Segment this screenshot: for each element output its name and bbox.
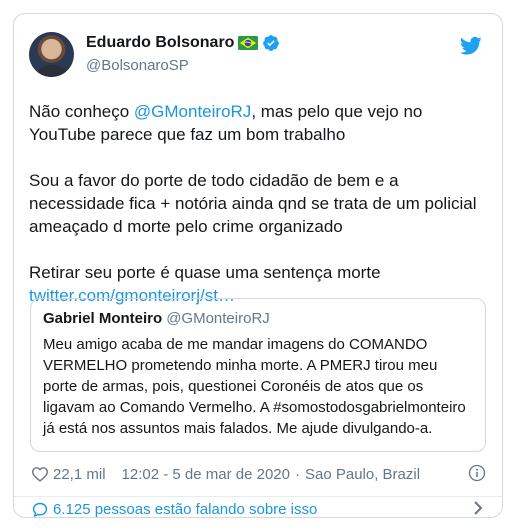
quoted-author-name: Gabriel Monteiro: [43, 310, 163, 327]
conversation-footer[interactable]: 6.125 pessoas estão falando sobre isso: [31, 499, 486, 519]
heart-icon[interactable]: [31, 466, 49, 482]
quoted-tweet-header: Gabriel Monteiro @GMonteiroRJ: [43, 309, 473, 329]
tweet-body: Não conheço @GMonteiroRJ, mas pelo que v…: [29, 100, 489, 307]
tweet-timestamp[interactable]: 12:02 - 5 de mar de 2020: [122, 466, 290, 483]
quoted-author-handle: @GMonteiroRJ: [166, 310, 270, 327]
tweet-location[interactable]: Sao Paulo, Brazil: [305, 466, 420, 483]
chat-bubble-icon: [32, 502, 48, 517]
author-avatar[interactable]: [29, 32, 74, 77]
verified-badge-icon: [263, 35, 280, 51]
mention-link[interactable]: @GMonteiroRJ: [134, 102, 251, 121]
tweet-paragraph-2: Sou a favor do porte de todo cidadão de …: [29, 171, 477, 236]
quoted-tweet-text: Meu amigo acaba de me mandar imagens do …: [43, 336, 466, 437]
brazil-flag-icon: [238, 36, 259, 50]
tweet-text-1a: Não conheço: [29, 102, 134, 121]
chevron-right-icon[interactable]: [472, 500, 484, 516]
footer-divider: [14, 496, 502, 497]
info-icon[interactable]: [468, 464, 486, 482]
meta-separator: ·: [294, 465, 300, 483]
twitter-bird-icon[interactable]: [460, 36, 482, 56]
quoted-tweet[interactable]: Gabriel Monteiro @GMonteiroRJ Meu amigo a…: [30, 298, 486, 452]
tweet-paragraph-1: Não conheço @GMonteiroRJ, mas pelo que v…: [29, 100, 489, 146]
tweet-text-3: Retirar seu porte é quase uma sentença m…: [29, 263, 381, 282]
conversation-count-text[interactable]: 6.125 pessoas estão falando sobre isso: [53, 501, 317, 518]
tweet-meta: 22,1 mil 12:02 - 5 de mar de 2020 · Sao …: [31, 462, 486, 486]
author-name-row: Eduardo Bolsonaro: [86, 34, 280, 52]
author-display-name[interactable]: Eduardo Bolsonaro: [86, 34, 234, 52]
tweet-card: Eduardo Bolsonaro @BolsonaroSP Não conhe…: [13, 13, 503, 518]
author-handle[interactable]: @BolsonaroSP: [86, 57, 189, 74]
tweet-header: Eduardo Bolsonaro @BolsonaroSP: [29, 32, 486, 84]
like-count[interactable]: 22,1 mil: [53, 466, 106, 483]
